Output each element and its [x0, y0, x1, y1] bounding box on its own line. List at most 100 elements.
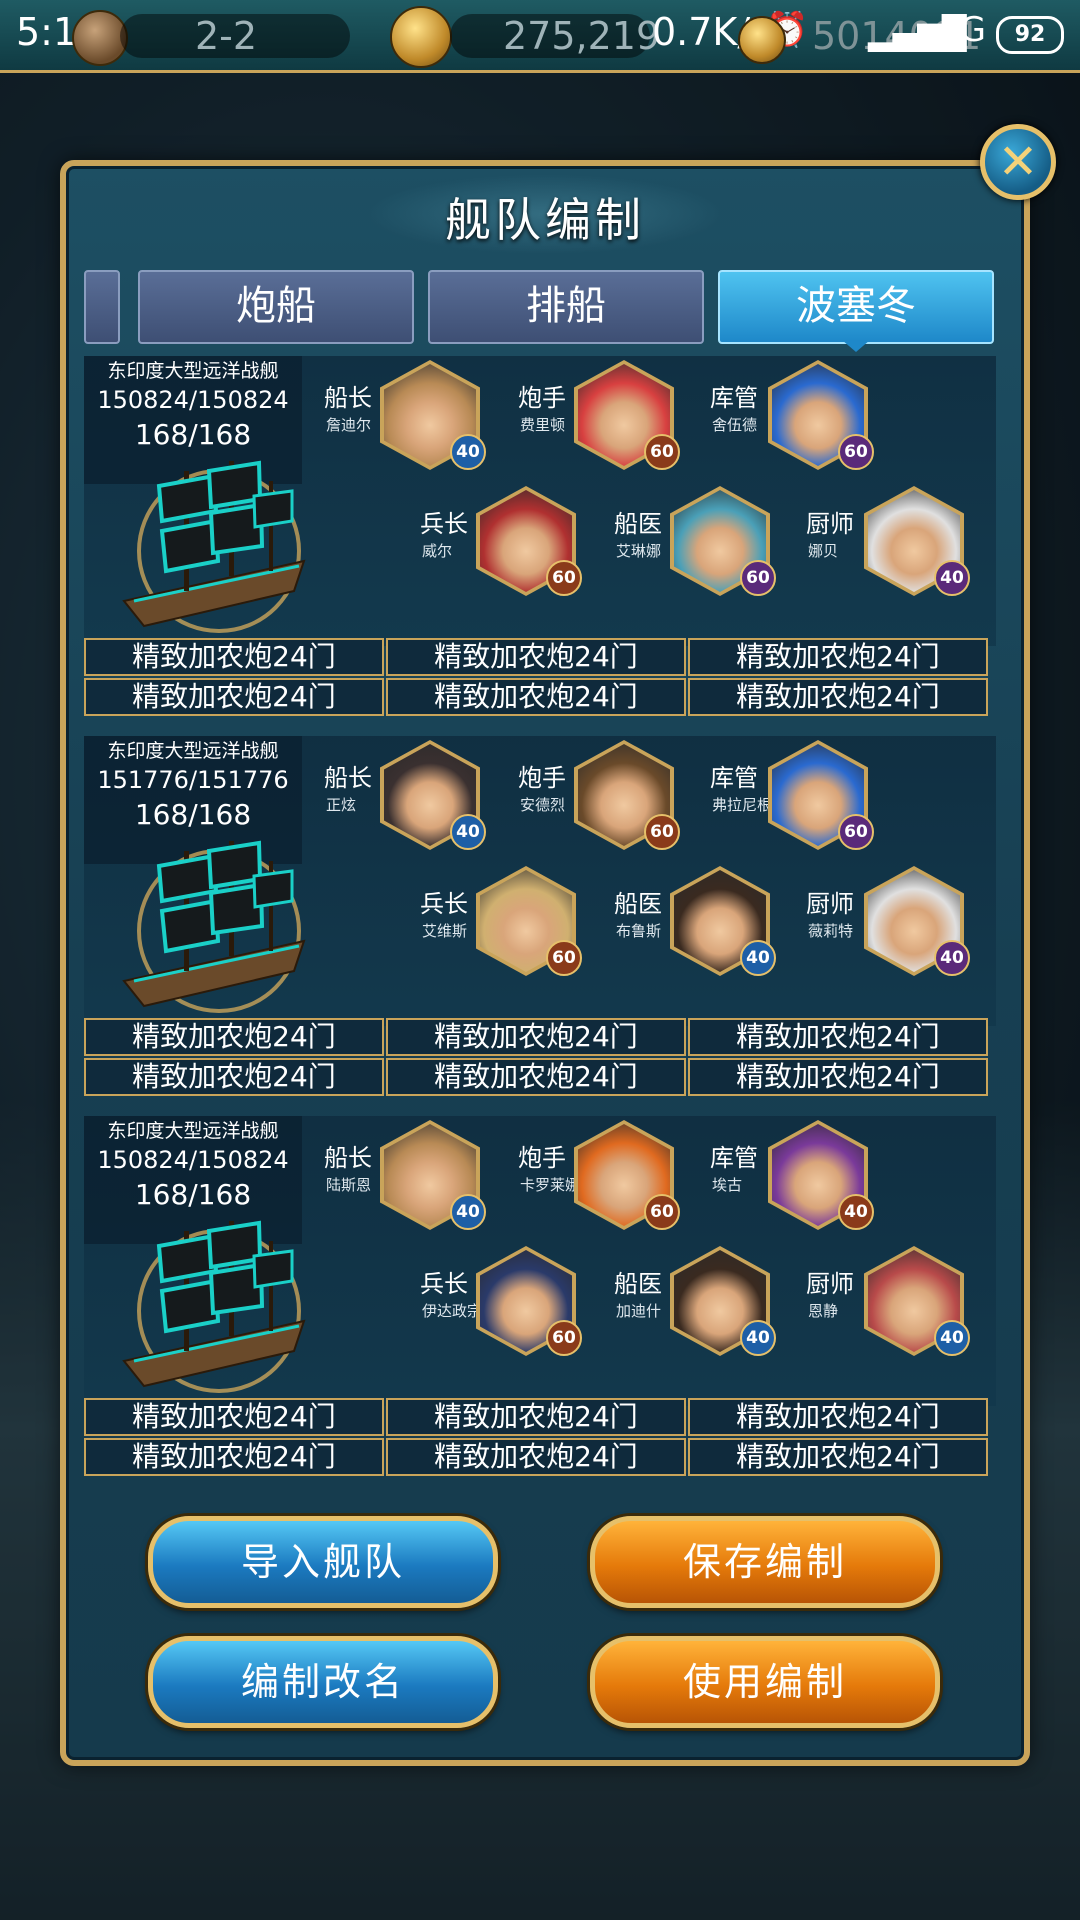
officer-level-badge: 60 [838, 814, 874, 850]
tab-row-ship[interactable]: 排船 [428, 270, 704, 344]
import-fleet-button[interactable]: 导入舰队 [148, 1516, 498, 1608]
top-resource-bar: 5:18 2-2 275,219 0.7K/s ⏰ 5014091 ▂▄▆█ 4… [0, 0, 1080, 73]
warship-image [122, 460, 306, 633]
cannon-slot[interactable]: 精致加农炮24门 [84, 638, 384, 676]
cannon-slot[interactable]: 精致加农炮24门 [84, 1018, 384, 1056]
ship-durability: 151776/151776 [97, 766, 289, 794]
officer-level-badge: 40 [450, 434, 486, 470]
officer-level-badge: 60 [644, 814, 680, 850]
cannon-slot[interactable]: 精致加农炮24门 [688, 638, 988, 676]
officer-name: 娜贝 [808, 542, 839, 560]
officer-name: 伊达政宗 [422, 1302, 483, 1320]
cannon-slot[interactable]: 精致加农炮24门 [688, 1438, 988, 1476]
ship-name: 东印度大型远洋战舰 [107, 360, 279, 382]
rename-formation-button[interactable]: 编制改名 [148, 1636, 498, 1728]
officer-role-label: 船长 [324, 384, 372, 412]
cannon-slot[interactable]: 精致加农炮24门 [84, 678, 384, 716]
cannon-slot[interactable]: 精致加农炮24门 [386, 1398, 686, 1436]
gold-coin-icon[interactable] [738, 16, 786, 64]
ship-row[interactable]: 东印度大型远洋战舰 150824/150824 168/168 船长 詹迪尔 40 炮手 费里… [84, 356, 996, 646]
close-button[interactable]: ✕ [980, 124, 1056, 200]
officer-name: 安德烈 [520, 796, 566, 814]
officer-role-label: 库管 [710, 1144, 758, 1172]
officer-role-label: 船医 [614, 510, 662, 538]
officer-name: 费里顿 [520, 416, 566, 434]
active-tab-indicator [842, 340, 870, 352]
officer-level-badge: 60 [546, 1320, 582, 1356]
close-icon: ✕ [997, 134, 1039, 190]
compass-icon[interactable] [390, 6, 452, 68]
officer-name: 舍伍德 [712, 416, 758, 434]
status-battery: 92 [996, 16, 1064, 54]
officer-name: 弗拉尼根 [712, 796, 773, 814]
officer-name: 布鲁斯 [616, 922, 662, 940]
cannon-slot[interactable]: 精致加农炮24门 [84, 1398, 384, 1436]
cannon-slot[interactable]: 精致加农炮24门 [386, 638, 686, 676]
officer-name: 威尔 [422, 542, 453, 560]
officer-level-badge: 40 [450, 814, 486, 850]
officer-role-label: 船医 [614, 1270, 662, 1298]
officer-name: 薇莉特 [808, 922, 854, 940]
officer-level-badge: 40 [450, 1194, 486, 1230]
officer-role-label: 厨师 [806, 890, 854, 918]
officer-role-label: 船长 [324, 764, 372, 792]
officer-level-badge: 40 [740, 940, 776, 976]
cannon-slot[interactable]: 精致加农炮24门 [84, 1058, 384, 1096]
officer-level-badge: 60 [740, 560, 776, 596]
officer-name: 恩静 [808, 1302, 839, 1320]
officer-name: 卡罗莱娜 [520, 1176, 581, 1194]
officer-name: 正炫 [326, 796, 357, 814]
status-network-type: 4G [938, 10, 986, 50]
officer-role-label: 炮手 [518, 1144, 566, 1172]
tab-partial[interactable] [84, 270, 120, 344]
cannon-slot[interactable]: 精致加农炮24门 [688, 1018, 988, 1056]
officer-level-badge: 60 [644, 1194, 680, 1230]
cannon-slot[interactable]: 精致加农炮24门 [84, 1438, 384, 1476]
cannon-slot[interactable]: 精致加农炮24门 [386, 1058, 686, 1096]
officer-role-label: 船长 [324, 1144, 372, 1172]
officer-level-badge: 40 [934, 940, 970, 976]
ship-durability: 150824/150824 [97, 1146, 289, 1174]
officer-role-label: 厨师 [806, 510, 854, 538]
officer-name: 陆斯恩 [326, 1176, 372, 1194]
officer-role-label: 炮手 [518, 764, 566, 792]
officer-name: 埃古 [712, 1176, 743, 1194]
cannon-slot[interactable]: 精致加农炮24门 [386, 1438, 686, 1476]
cannon-slot[interactable]: 精致加农炮24门 [688, 1398, 988, 1436]
panel-title: 舰队编制 [445, 193, 645, 247]
officer-name: 艾维斯 [422, 922, 468, 940]
ship-row[interactable]: 东印度大型远洋战舰 151776/151776 168/168 船长 正炫 40 炮手 安德烈… [84, 736, 996, 1026]
officer-level-badge: 60 [838, 434, 874, 470]
officer-level-badge: 60 [546, 940, 582, 976]
warship-image [122, 1220, 306, 1393]
officer-level-badge: 60 [644, 434, 680, 470]
officer-role-label: 兵长 [420, 510, 468, 538]
officer-role-label: 船医 [614, 890, 662, 918]
officer-role-label: 库管 [710, 384, 758, 412]
officer-level-badge: 40 [740, 1320, 776, 1356]
tab-poseidon[interactable]: 波塞冬 [718, 270, 994, 344]
cannon-slot[interactable]: 精致加农炮24门 [386, 678, 686, 716]
officer-name: 艾琳娜 [616, 542, 662, 560]
officer-level-badge: 40 [934, 560, 970, 596]
stage-label: 2-2 [195, 14, 258, 58]
ship-name: 东印度大型远洋战舰 [107, 740, 279, 762]
cannon-slot[interactable]: 精致加农炮24门 [688, 678, 988, 716]
cannon-slot[interactable]: 精致加农炮24门 [386, 1018, 686, 1056]
officer-level-badge: 40 [838, 1194, 874, 1230]
tab-gunboat[interactable]: 炮船 [138, 270, 414, 344]
officer-role-label: 兵长 [420, 890, 468, 918]
officer-role-label: 兵长 [420, 1270, 468, 1298]
save-formation-button[interactable]: 保存编制 [590, 1516, 940, 1608]
cannon-slot[interactable]: 精致加农炮24门 [688, 1058, 988, 1096]
officer-level-badge: 40 [934, 1320, 970, 1356]
ship-name: 东印度大型远洋战舰 [107, 1120, 279, 1142]
ship-durability: 150824/150824 [97, 386, 289, 414]
use-formation-button[interactable]: 使用编制 [590, 1636, 940, 1728]
warship-image [122, 840, 306, 1013]
officer-role-label: 炮手 [518, 384, 566, 412]
officer-name: 加迪什 [616, 1302, 662, 1320]
resource-amount-1: 275,219 [503, 14, 661, 58]
officer-name: 詹迪尔 [326, 416, 372, 434]
ship-row[interactable]: 东印度大型远洋战舰 150824/150824 168/168 船长 陆斯恩 40 炮手 卡罗… [84, 1116, 996, 1406]
